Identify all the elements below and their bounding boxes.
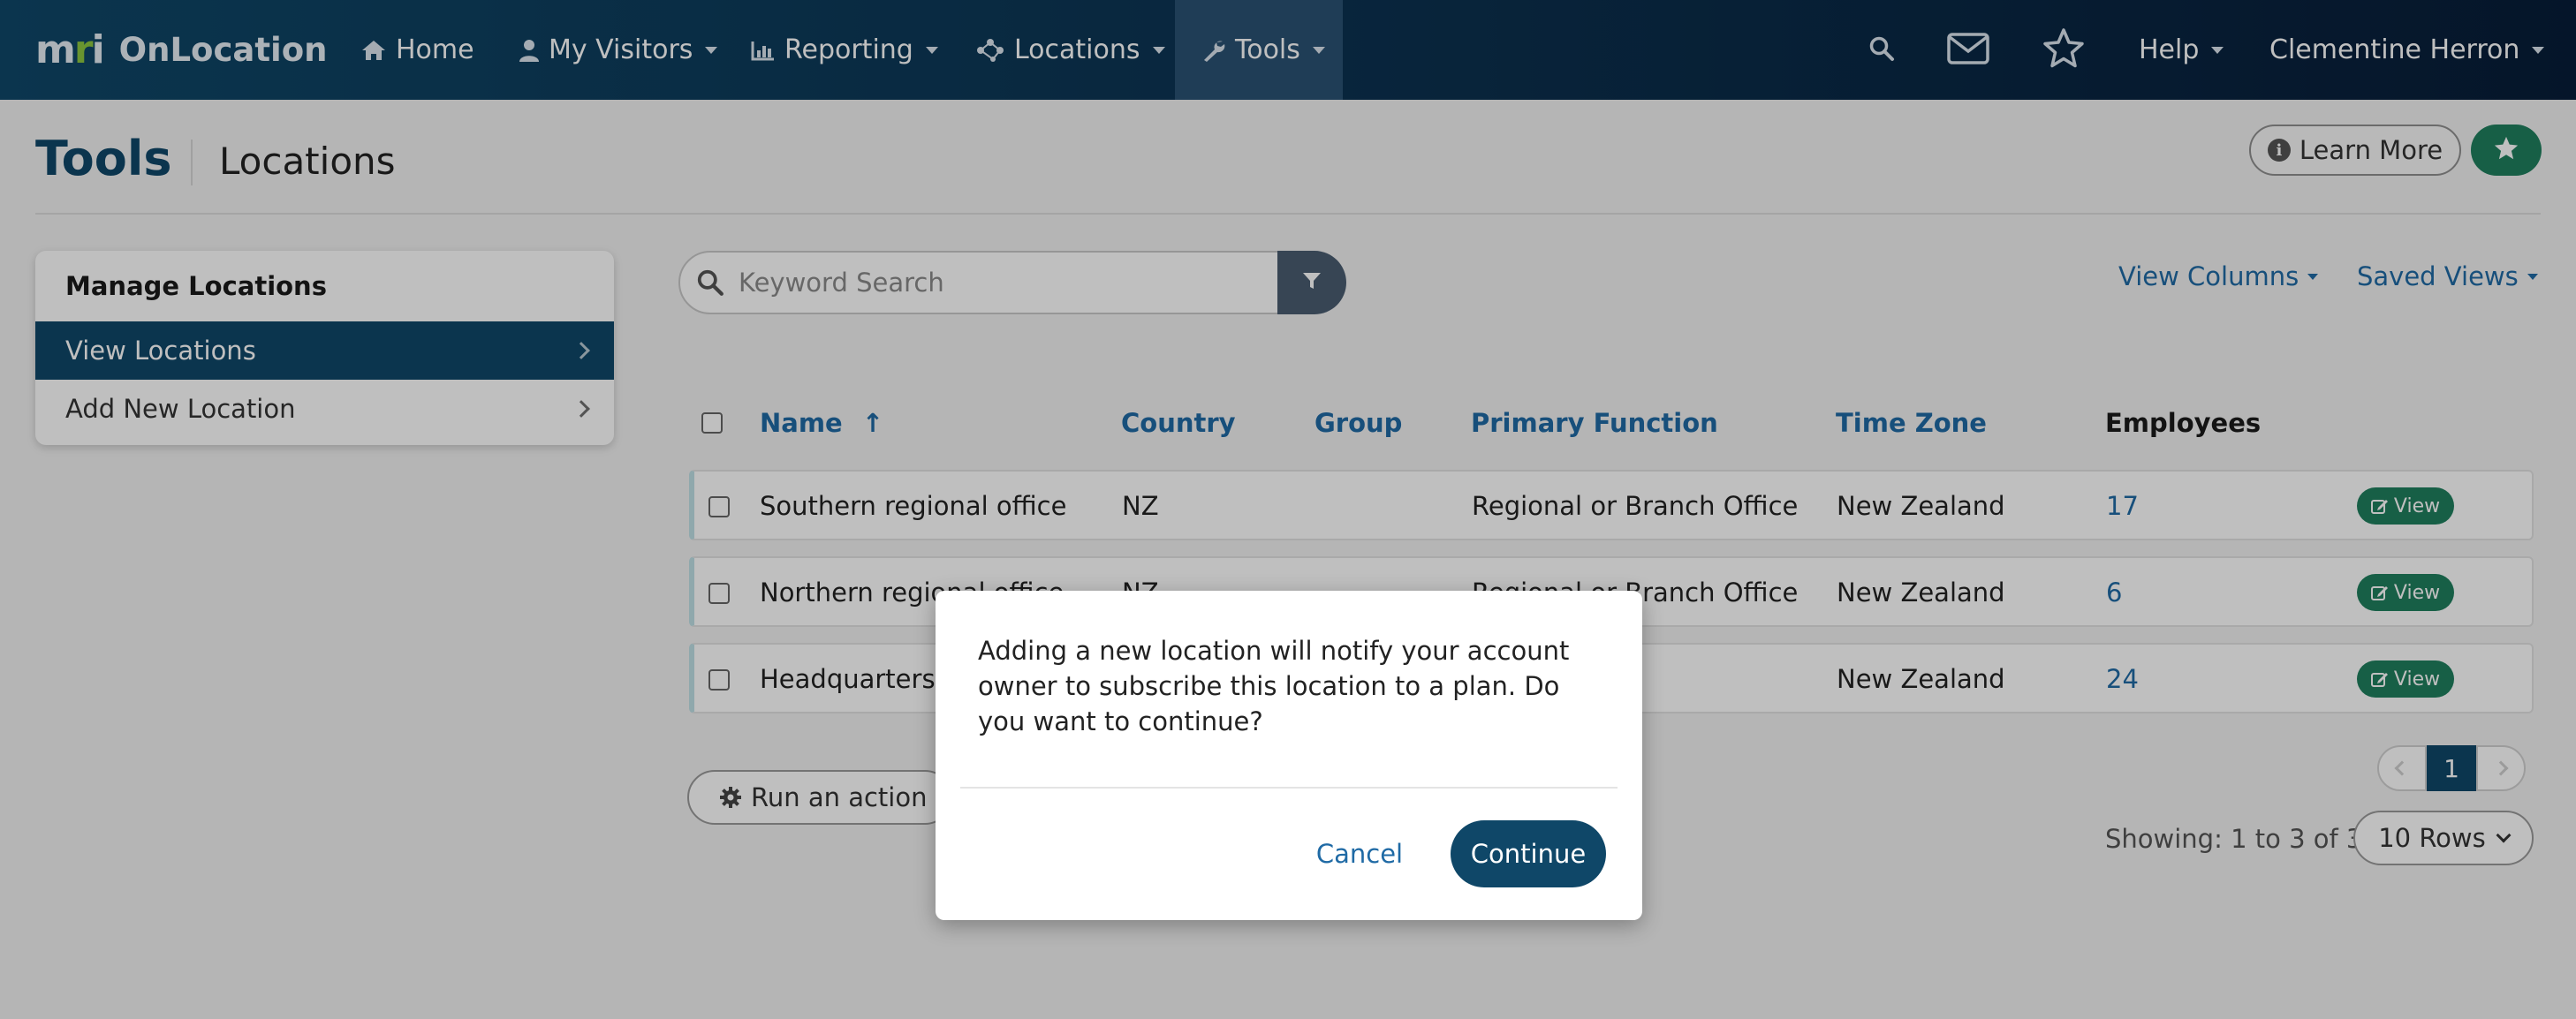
confirm-dialog: Adding a new location will notify your a… [936, 591, 1642, 920]
continue-button[interactable]: Continue [1451, 820, 1606, 887]
dialog-message: Adding a new location will notify your a… [978, 636, 1570, 736]
cancel-button[interactable]: Cancel [1298, 820, 1421, 887]
dialog-divider [960, 787, 1618, 789]
